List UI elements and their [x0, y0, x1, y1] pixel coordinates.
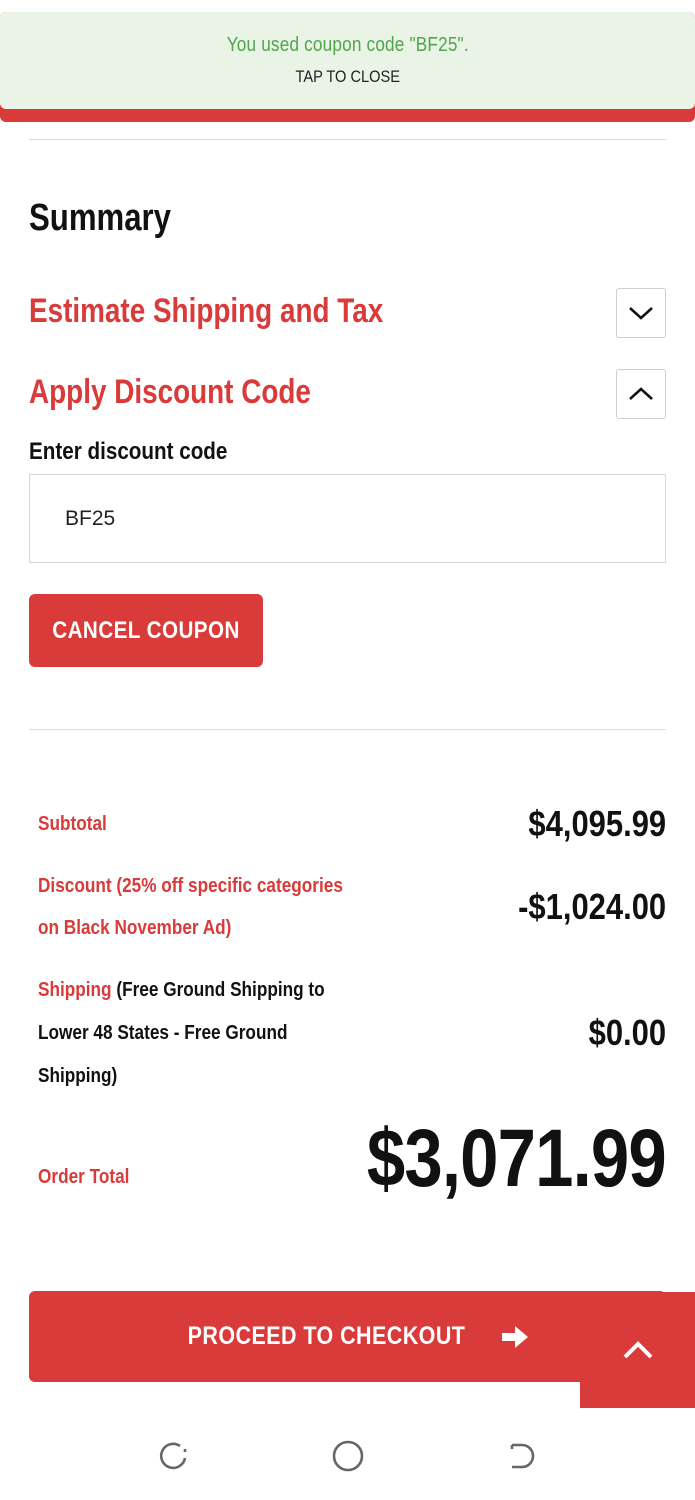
scroll-to-top-button[interactable] [580, 1292, 695, 1408]
estimate-shipping-toggle[interactable] [616, 288, 666, 338]
cancel-coupon-label: CANCEL COUPON [52, 616, 240, 644]
coupon-toast[interactable]: You used coupon code "BF25". TAP TO CLOS… [0, 12, 695, 122]
discount-code-label: Enter discount code [29, 438, 228, 465]
order-total-value: $3,071.99 [367, 1113, 667, 1204]
order-total-label: Order Total [38, 1166, 130, 1188]
chevron-down-icon [629, 307, 653, 320]
back-button[interactable] [502, 1438, 542, 1474]
discount-value: -$1,024.00 [517, 886, 666, 927]
summary-title: Summary [29, 197, 172, 239]
toast-body[interactable]: You used coupon code "BF25". TAP TO CLOS… [0, 12, 695, 109]
checkout-label: PROCEED TO CHECKOUT [187, 1322, 466, 1350]
discount-code-input[interactable] [29, 474, 666, 563]
cancel-coupon-button[interactable]: CANCEL COUPON [29, 594, 263, 667]
shipping-detail-line2: Lower 48 States - Free Ground [38, 1022, 288, 1044]
shipping-value: $0.00 [588, 1012, 666, 1053]
toast-close-button[interactable]: TAP TO CLOSE [295, 67, 400, 87]
chevron-up-icon [629, 387, 653, 400]
toast-message: You used coupon code "BF25". [226, 34, 469, 56]
shipping-label: Shipping [38, 979, 112, 1001]
divider [29, 139, 666, 140]
subtotal-label: Subtotal [38, 813, 107, 835]
divider [29, 729, 666, 730]
home-button[interactable] [328, 1438, 368, 1474]
chevron-up-icon [623, 1341, 652, 1359]
apply-discount-toggle[interactable] [616, 369, 666, 419]
shipping-detail-line3: Shipping) [38, 1065, 118, 1087]
shipping-detail-line1: (Free Ground Shipping to [116, 979, 325, 1001]
estimate-shipping-heading[interactable]: Estimate Shipping and Tax [29, 292, 383, 331]
home-icon [332, 1440, 364, 1472]
discount-label-line1: Discount (25% off specific categories [38, 875, 343, 897]
back-icon [510, 1443, 535, 1469]
arrow-right-icon [501, 1325, 528, 1348]
proceed-to-checkout-button[interactable]: PROCEED TO CHECKOUT [29, 1291, 666, 1382]
shipping-label-line1: Shipping (Free Ground Shipping to [38, 969, 325, 1011]
subtotal-value: $4,095.99 [528, 803, 666, 844]
apply-discount-heading[interactable]: Apply Discount Code [29, 373, 311, 412]
system-navigation-bar [0, 1410, 695, 1500]
recent-apps-icon [159, 1442, 187, 1470]
recent-apps-button[interactable] [154, 1438, 194, 1474]
discount-label-line2: on Black November Ad) [38, 917, 232, 939]
